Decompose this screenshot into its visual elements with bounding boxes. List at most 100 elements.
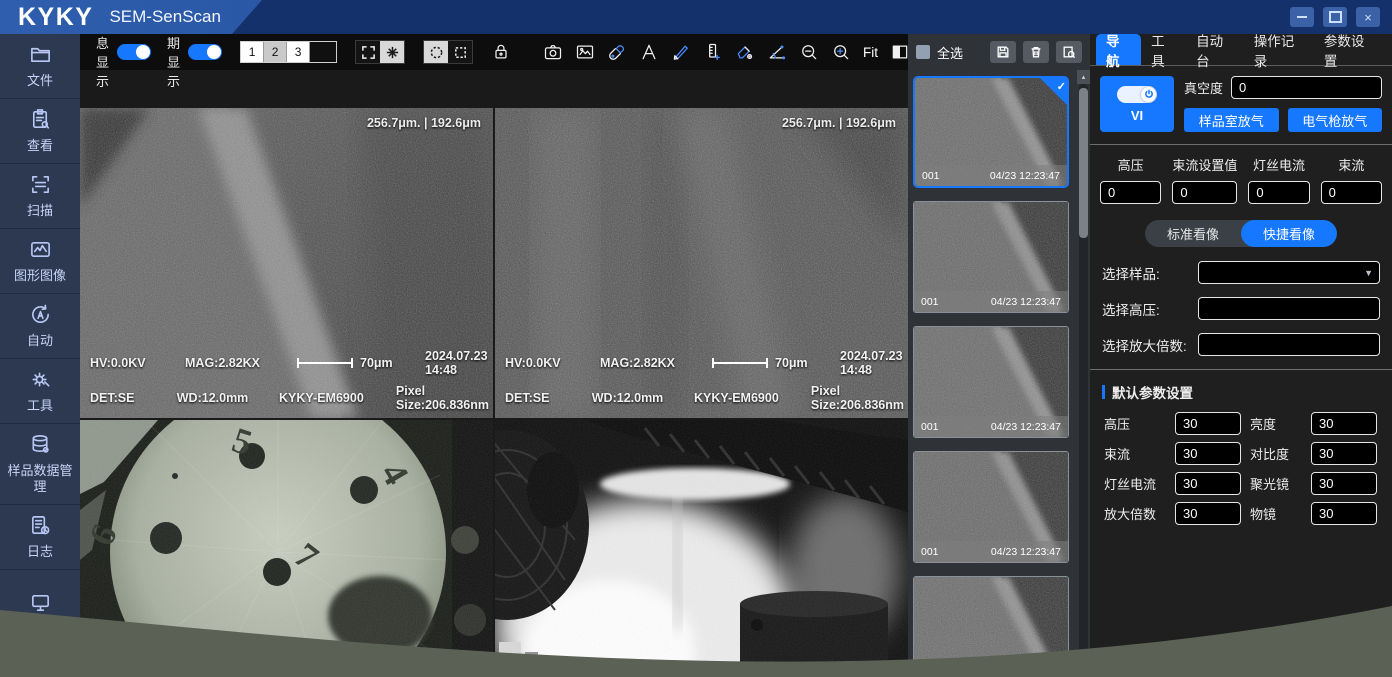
sidebar-item-sample-data[interactable]: 样品数据管理: [0, 424, 80, 505]
date-display-toggle[interactable]: [188, 44, 222, 60]
thumbnail-label: 001 04/23 12:23:47: [914, 291, 1068, 312]
save-images-button[interactable]: [990, 41, 1016, 63]
measure-area-button[interactable]: [733, 40, 757, 64]
sidebar-item-view[interactable]: 查看: [0, 99, 80, 164]
section-accent-bar: [1102, 385, 1105, 399]
thumbnail-list: ✓ 001 04/23 12:23:47 001 04/23 12:23:47: [913, 76, 1073, 677]
thumbnail-item[interactable]: 001 04/23 12:23:47: [913, 201, 1069, 313]
param-input-condenser[interactable]: [1311, 472, 1377, 495]
window-controls: ×: [1290, 7, 1392, 27]
dots-pattern-icon: [385, 45, 400, 60]
mag-select-input[interactable]: [1198, 333, 1380, 356]
thumbnail-scrollbar[interactable]: [1079, 84, 1088, 677]
info-display-toggle[interactable]: [117, 44, 151, 60]
param-input-filament[interactable]: [1175, 472, 1241, 495]
dashed-region-button[interactable]: [448, 41, 472, 63]
sidebar-item-files[interactable]: 文件: [0, 34, 80, 99]
zoom-in-button[interactable]: [829, 40, 853, 64]
select-all-checkbox[interactable]: [916, 45, 930, 59]
tab-parameter-settings[interactable]: 参数设置: [1314, 34, 1384, 65]
preview-images-button[interactable]: [1056, 41, 1082, 63]
scroll-up-button[interactable]: ▴: [1077, 70, 1090, 84]
minimize-button[interactable]: [1290, 7, 1314, 27]
close-button[interactable]: ×: [1356, 7, 1380, 27]
param-label-contrast: 对比度: [1250, 444, 1302, 463]
vent-chamber-button[interactable]: 样品室放气: [1184, 108, 1279, 132]
tab-operation-log[interactable]: 操作记录: [1244, 34, 1314, 65]
hv-select-row: 选择高压:: [1090, 297, 1392, 320]
thumbnail-item[interactable]: ✓ 001 04/23 12:23:47: [913, 76, 1069, 188]
camera-view-chamber[interactable]: [495, 420, 908, 677]
hv-value: HV:0.0KV: [505, 356, 600, 370]
delete-images-button[interactable]: [1023, 41, 1049, 63]
thumbnail-item[interactable]: 001 04/23 12:23:47: [913, 326, 1069, 438]
scan-icon: [29, 173, 52, 196]
page-3-button[interactable]: 3: [287, 42, 310, 62]
quick-imaging-button[interactable]: 快捷看像: [1241, 220, 1337, 247]
param-input-contrast[interactable]: [1311, 442, 1377, 465]
thumbnail-panel: 全选 ✓ 001 04/23 12:23:47: [908, 34, 1090, 677]
capture-button[interactable]: [541, 40, 565, 64]
sidebar-item-label: 日志: [27, 544, 53, 560]
hv-input[interactable]: [1100, 181, 1161, 204]
param-input-objective[interactable]: [1311, 502, 1377, 525]
grid-pattern-button[interactable]: [380, 41, 404, 63]
param-input-hv[interactable]: [1175, 412, 1241, 435]
image-icon: [29, 238, 52, 261]
expand-view-button[interactable]: [356, 41, 380, 63]
beam-set-input[interactable]: [1172, 181, 1237, 204]
page-1-button[interactable]: 1: [241, 42, 264, 62]
dashed-circle-button[interactable]: [424, 41, 448, 63]
page-2-button[interactable]: 2: [264, 42, 287, 62]
sample-select-row: 选择样品: ▼: [1090, 261, 1392, 284]
thumbnail-item[interactable]: 001 04/23 12:23:47: [913, 576, 1069, 677]
zoom-out-button[interactable]: [797, 40, 821, 64]
param-input-brightness[interactable]: [1311, 412, 1377, 435]
param-label-objective: 物镜: [1250, 504, 1302, 523]
adjust-tools-button[interactable]: [605, 40, 629, 64]
tab-navigation[interactable]: 导航: [1096, 34, 1141, 65]
sem-image-2[interactable]: 256.7μm. | 192.6μm HV:0.0KV MAG:2.82KX 7…: [495, 108, 908, 418]
sidebar-item-scan[interactable]: 扫描: [0, 164, 80, 229]
lock-button[interactable]: [489, 40, 513, 64]
tab-tools[interactable]: 工具: [1141, 34, 1186, 65]
page-4-button[interactable]: [310, 42, 336, 62]
sidebar-item-partial[interactable]: [0, 570, 80, 635]
layout-mode-group: [355, 40, 405, 64]
hv-select-input[interactable]: [1198, 297, 1380, 320]
param-input-beam[interactable]: [1175, 442, 1241, 465]
maximize-button[interactable]: [1323, 7, 1347, 27]
beam-input[interactable]: [1321, 181, 1382, 204]
sidebar-item-label: 工具: [27, 398, 53, 414]
sidebar-item-graphics[interactable]: 图形图像: [0, 229, 80, 294]
standard-imaging-button[interactable]: 标准看像: [1145, 220, 1241, 247]
vacuum-input[interactable]: [1231, 76, 1382, 99]
filament-input[interactable]: [1248, 181, 1309, 204]
draw-annotation-button[interactable]: [669, 40, 693, 64]
thumbnail-item[interactable]: 001 04/23 12:23:47: [913, 451, 1069, 563]
vi-toggle-button[interactable]: VI: [1100, 76, 1174, 132]
camera-view-stage[interactable]: 5 4 6 7: [80, 420, 493, 677]
pen-icon: [671, 42, 691, 62]
scale-value: 70μm: [360, 356, 393, 370]
sidebar-item-auto[interactable]: 自动: [0, 294, 80, 359]
scrollbar-thumb[interactable]: [1079, 88, 1088, 238]
tab-auto-stage[interactable]: 自动台: [1186, 34, 1244, 65]
vi-toggle-switch[interactable]: [1117, 86, 1157, 103]
measure-length-button[interactable]: [701, 40, 725, 64]
zoom-out-icon: [799, 42, 819, 62]
sample-select-dropdown[interactable]: [1198, 261, 1380, 284]
vent-gun-button[interactable]: 电气枪放气: [1288, 108, 1383, 132]
sem-image-1[interactable]: 256.7μm. | 192.6μm HV:0.0KV MAG:2.82KX 7…: [80, 108, 493, 418]
snapshot-button[interactable]: [573, 40, 597, 64]
fit-button[interactable]: Fit: [861, 45, 880, 60]
angle-icon: [767, 42, 787, 62]
text-annotation-button[interactable]: [637, 40, 661, 64]
sidebar-item-log[interactable]: 日志: [0, 505, 80, 570]
sidebar-item-tools[interactable]: 工具: [0, 359, 80, 424]
thumbnail-date: 04/23 12:23:47: [991, 296, 1061, 308]
hv-select-label: 选择高压:: [1102, 299, 1198, 319]
measure-angle-button[interactable]: [765, 40, 789, 64]
param-input-magnification[interactable]: [1175, 502, 1241, 525]
beam-status-section: 高压 束流设置值 灯丝电流 束流: [1090, 145, 1392, 204]
